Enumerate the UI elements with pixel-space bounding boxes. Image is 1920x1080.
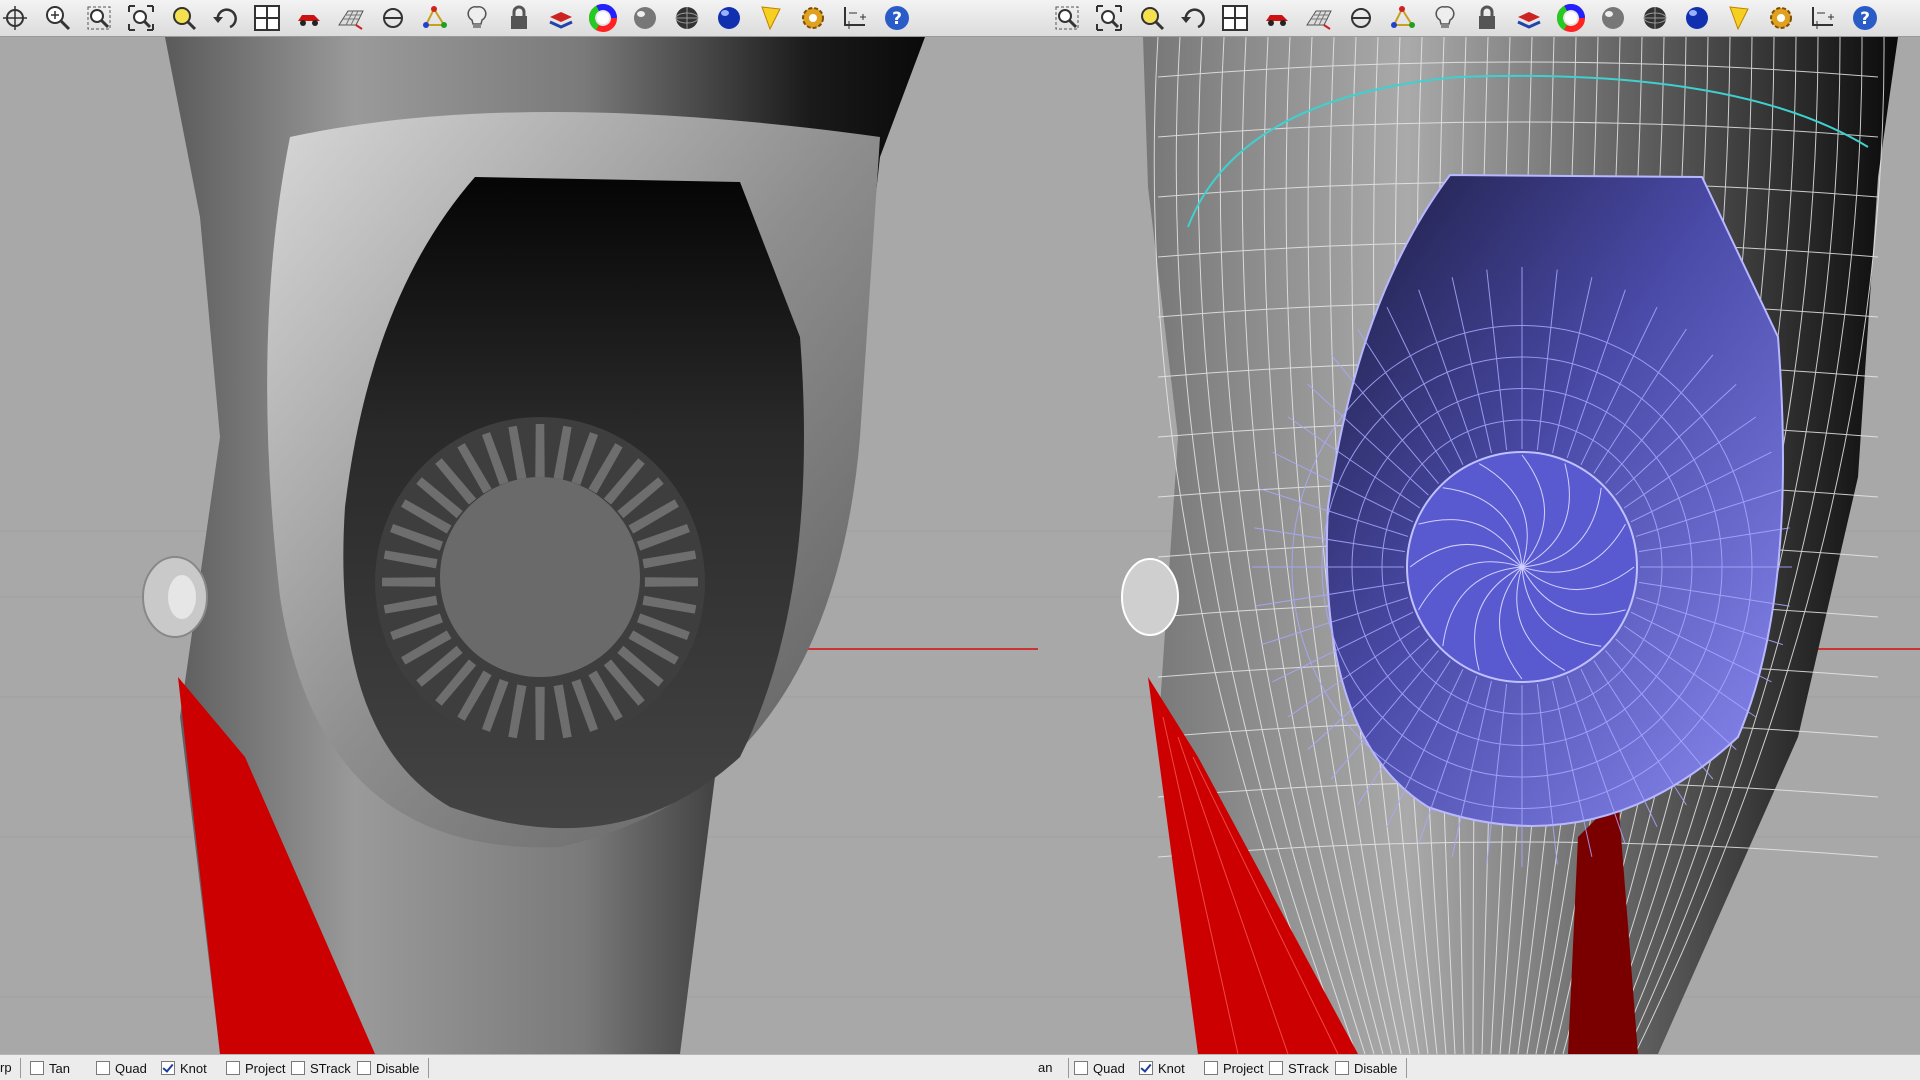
osnap-project-label: Project xyxy=(1223,1060,1264,1076)
car-render-icon[interactable] xyxy=(1262,3,1292,33)
settings-gear-icon[interactable] xyxy=(798,3,828,33)
viewport-toolbar-right: ? xyxy=(1038,0,1920,37)
osnap-disable-checkbox[interactable] xyxy=(357,1061,371,1075)
status-separator xyxy=(428,1058,429,1078)
svg-text:?: ? xyxy=(1860,9,1870,29)
stator-fin xyxy=(382,577,436,587)
undo-view-icon[interactable] xyxy=(1178,3,1208,33)
osnap-strack-checkbox[interactable] xyxy=(1269,1061,1283,1075)
help-icon[interactable]: ? xyxy=(1850,3,1880,33)
zoom-in-out-icon[interactable] xyxy=(42,3,72,33)
viewport-toolbar-left: ? xyxy=(0,0,1038,37)
blue-sphere-icon[interactable] xyxy=(1682,3,1712,33)
osnap-project[interactable]: Project xyxy=(1204,1060,1263,1076)
osnap-quad-label: Quad xyxy=(115,1060,147,1076)
lock-icon[interactable] xyxy=(504,3,534,33)
zoom-selected-icon[interactable] xyxy=(1136,3,1166,33)
zoom-selected-icon[interactable] xyxy=(168,3,198,33)
status-separator xyxy=(20,1058,21,1078)
osnap-tan-label: Tan xyxy=(49,1060,70,1076)
construction-plane-icon[interactable] xyxy=(1346,3,1376,33)
viewport-perspective-shaded[interactable] xyxy=(0,37,1038,1054)
osnap-project[interactable]: Project xyxy=(226,1060,285,1076)
osnap-quad-checkbox[interactable] xyxy=(1074,1061,1088,1075)
render-yellow-icon[interactable] xyxy=(1724,3,1754,33)
shaded-sphere-icon[interactable] xyxy=(630,3,660,33)
layer-stack-icon[interactable] xyxy=(546,3,576,33)
point-cloud-icon[interactable] xyxy=(420,3,450,33)
viewport-panel-left: ? rp Tan Quad Knot Project STrack Disabl… xyxy=(0,0,1038,1080)
help-icon[interactable]: ? xyxy=(882,3,912,33)
stator-fin xyxy=(535,424,545,478)
dimension-icon[interactable] xyxy=(1808,3,1838,33)
viewport-perspective-wireframe[interactable] xyxy=(1038,37,1920,1054)
osnap-project-checkbox[interactable] xyxy=(226,1061,240,1075)
osnap-knot[interactable]: Knot xyxy=(1139,1060,1185,1076)
osnap-disable[interactable]: Disable xyxy=(1335,1060,1397,1076)
zoom-window-icon[interactable] xyxy=(1052,3,1082,33)
osnap-quad[interactable]: Quad xyxy=(1074,1060,1125,1076)
zoom-extents-icon[interactable] xyxy=(126,3,156,33)
construction-plane-icon[interactable] xyxy=(378,3,408,33)
render-yellow-icon[interactable] xyxy=(756,3,786,33)
blue-sphere-icon[interactable] xyxy=(714,3,744,33)
lock-icon[interactable] xyxy=(1472,3,1502,33)
rotate-view-icon[interactable] xyxy=(0,3,30,33)
osnap-project-checkbox[interactable] xyxy=(1204,1061,1218,1075)
dimension-icon[interactable] xyxy=(840,3,870,33)
osnap-quad-checkbox[interactable] xyxy=(96,1061,110,1075)
osnap-strack-label: STrack xyxy=(1288,1060,1329,1076)
osnap-knot-label: Knot xyxy=(1158,1060,1185,1076)
settings-gear-icon[interactable] xyxy=(1766,3,1796,33)
osnap-tan-checkbox[interactable] xyxy=(30,1061,44,1075)
stator-fin xyxy=(644,577,698,587)
wireframe-model-scene xyxy=(1038,37,1920,1054)
rendered-sphere-icon[interactable] xyxy=(1640,3,1670,33)
osnap-disable-label: Disable xyxy=(376,1060,420,1076)
osnap-strack[interactable]: STrack xyxy=(1269,1060,1329,1076)
osnap-quad-label: Quad xyxy=(1093,1060,1125,1076)
osnap-strack[interactable]: STrack xyxy=(291,1060,351,1076)
car-render-icon[interactable] xyxy=(294,3,324,33)
grid-plane-icon[interactable] xyxy=(336,3,366,33)
viewport-panel-right: ? an Quad Knot Project STrack Disable xyxy=(1038,0,1920,1080)
osnap-knot-checkbox[interactable] xyxy=(1139,1061,1153,1075)
osnap-quad[interactable]: Quad xyxy=(96,1060,147,1076)
shaded-model-scene xyxy=(0,37,1038,1054)
zoom-window-icon[interactable] xyxy=(84,3,114,33)
grid-plane-icon[interactable] xyxy=(1304,3,1334,33)
osnap-knot[interactable]: Knot xyxy=(161,1060,207,1076)
osnap-statusbar-left: rp Tan Quad Knot Project STrack Disable xyxy=(0,1054,1038,1080)
rendered-sphere-icon[interactable] xyxy=(672,3,702,33)
osnap-disable-label: Disable xyxy=(1354,1060,1398,1076)
color-wheel-icon[interactable] xyxy=(588,3,618,33)
svg-text:?: ? xyxy=(892,9,902,29)
layer-stack-icon[interactable] xyxy=(1514,3,1544,33)
osnap-project-label: Project xyxy=(245,1060,286,1076)
status-partial-label: an xyxy=(1038,1060,1053,1075)
light-bulb-icon[interactable] xyxy=(462,3,492,33)
status-separator xyxy=(1406,1058,1407,1078)
osnap-disable-checkbox[interactable] xyxy=(1335,1061,1349,1075)
osnap-strack-checkbox[interactable] xyxy=(291,1061,305,1075)
shaded-sphere-icon[interactable] xyxy=(1598,3,1628,33)
status-separator xyxy=(1068,1058,1069,1078)
light-bulb-icon[interactable] xyxy=(1430,3,1460,33)
color-wheel-icon[interactable] xyxy=(1556,3,1586,33)
point-cloud-icon[interactable] xyxy=(1388,3,1418,33)
osnap-tan[interactable]: Tan xyxy=(30,1060,70,1076)
status-partial-label: rp xyxy=(0,1060,12,1075)
osnap-disable[interactable]: Disable xyxy=(357,1060,419,1076)
zoom-extents-icon[interactable] xyxy=(1094,3,1124,33)
undo-view-icon[interactable] xyxy=(210,3,240,33)
osnap-knot-label: Knot xyxy=(180,1060,207,1076)
four-viewports-icon[interactable] xyxy=(252,3,282,33)
stator-fin xyxy=(535,686,545,740)
four-viewports-icon[interactable] xyxy=(1220,3,1250,33)
osnap-statusbar-right: an Quad Knot Project STrack Disable xyxy=(1038,1054,1920,1080)
osnap-strack-label: STrack xyxy=(310,1060,351,1076)
osnap-knot-checkbox[interactable] xyxy=(161,1061,175,1075)
